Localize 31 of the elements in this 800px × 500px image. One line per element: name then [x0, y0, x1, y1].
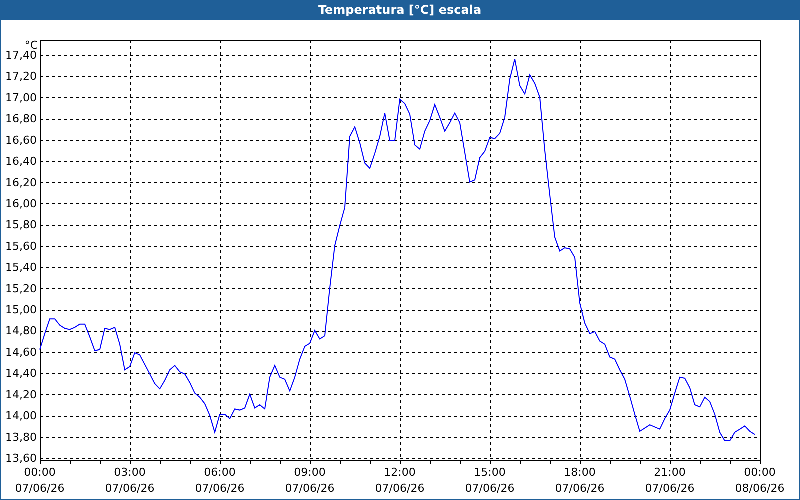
y-axis-label: 14,60	[6, 346, 37, 359]
y-axis-unit: °C	[24, 39, 38, 52]
y-axis-label: 17,00	[6, 91, 37, 104]
y-axis-label: 14,80	[6, 324, 37, 338]
y-axis-label: 14,40	[6, 367, 37, 380]
y-axis-label: 15,40	[6, 261, 37, 274]
y-axis-label: 16,00	[6, 197, 37, 210]
x-axis-label: 18:00 07/06/26	[555, 466, 605, 495]
x-axis-label: 21:00 07/06/26	[645, 466, 695, 495]
y-axis-label: 14,20	[6, 388, 37, 402]
y-axis-label: 17,20	[6, 70, 37, 84]
x-axis-label: 00:00 08/06/26	[735, 466, 785, 495]
y-axis-label: 17,40	[6, 49, 37, 62]
x-axis-label: 15:00 07/06/26	[465, 466, 515, 495]
y-axis-label: 16,20	[6, 176, 37, 190]
x-axis-label: 00:00 07/06/26	[15, 466, 65, 495]
y-axis-label: 16,40	[6, 155, 37, 168]
y-axis-label: 14,00	[6, 410, 37, 423]
y-axis-label: 13,60	[6, 452, 37, 465]
y-axis-label: 15,00	[6, 304, 37, 317]
window-title: Temperatura [°C] escala	[317, 2, 483, 19]
x-axis-label: 06:00 07/06/26	[195, 466, 245, 495]
y-axis-label: 13,80	[6, 430, 37, 444]
y-axis-label: 15,80	[6, 218, 37, 232]
x-axis-label: 03:00 07/06/26	[105, 466, 155, 495]
y-axis-label: 16,60	[6, 134, 37, 147]
y-axis-label: 16,80	[6, 112, 37, 126]
y-axis-label: 15,60	[6, 240, 37, 253]
y-axis-label: 15,20	[6, 282, 37, 296]
x-axis-label: 09:00 07/06/26	[285, 466, 335, 495]
x-axis-label: 12:00 07/06/26	[375, 466, 425, 495]
